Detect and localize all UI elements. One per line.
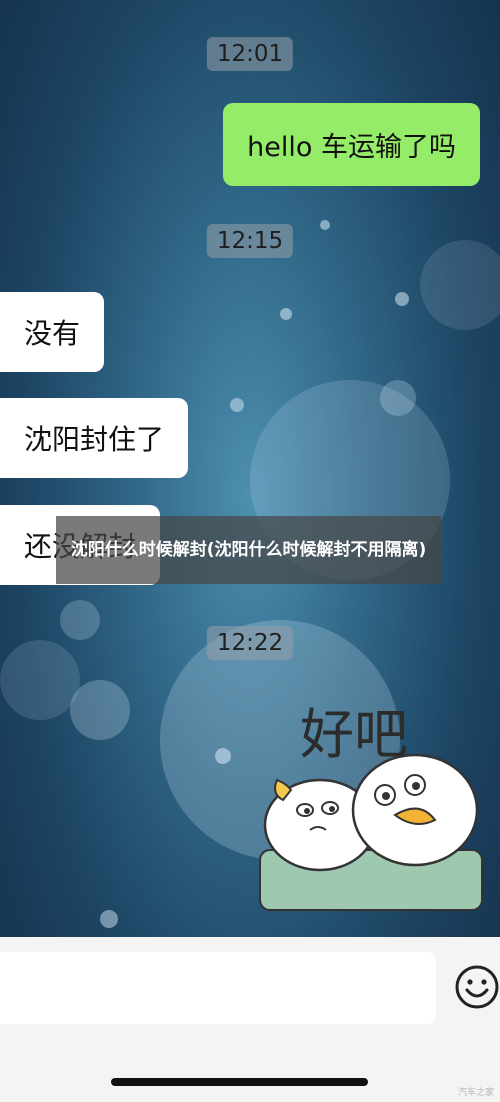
duck-sticker-icon: [259, 753, 483, 911]
caption-text: 沈阳什么时候解封(沈阳什么时候解封不用隔离): [70, 540, 427, 560]
watermark: 汽车之家: [457, 1088, 494, 1098]
emoji-smiley-icon[interactable]: [454, 964, 500, 1010]
received-message-bubble[interactable]: 没有: [0, 292, 105, 372]
sent-message-bubble[interactable]: hello 车运输了吗: [223, 103, 480, 186]
home-indicator[interactable]: [111, 1078, 368, 1086]
message-input[interactable]: [0, 952, 436, 1024]
received-message-bubble[interactable]: 沈阳封住了: [0, 398, 189, 478]
article-caption-overlay: 沈阳什么时候解封(沈阳什么时候解封不用隔离): [56, 516, 441, 584]
timestamp: 12:15: [206, 224, 294, 258]
sticker-message[interactable]: 好吧: [255, 690, 485, 915]
timestamp: 12:01: [206, 37, 294, 71]
timestamp: 12:22: [206, 626, 294, 660]
